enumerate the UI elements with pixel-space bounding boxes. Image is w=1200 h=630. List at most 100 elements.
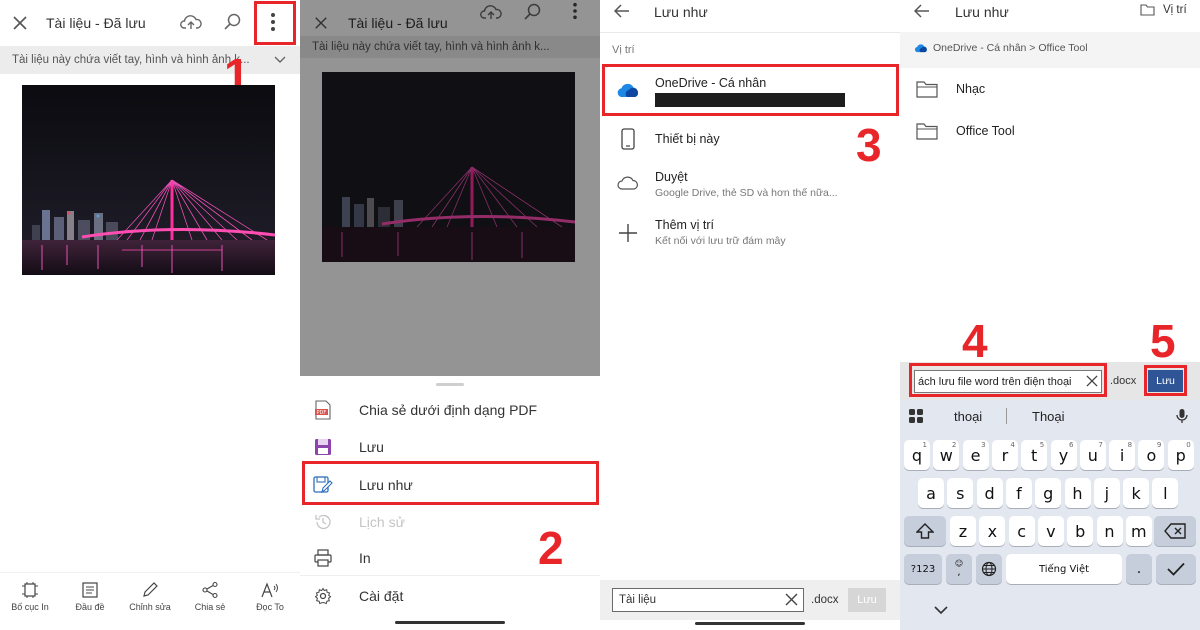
- key-label: y: [1058, 445, 1069, 465]
- back-arrow-icon[interactable]: [614, 4, 630, 18]
- location-this-device[interactable]: Thiết bị này: [600, 128, 900, 150]
- key-w[interactable]: w2: [933, 440, 960, 470]
- sheet-grab-handle[interactable]: [436, 383, 464, 386]
- apps-grid-icon[interactable]: [908, 408, 924, 424]
- search-icon[interactable]: [222, 12, 242, 32]
- location-add-place[interactable]: Thêm vị trí Kết nối với lưu trữ đám mây: [600, 218, 900, 247]
- tool-edit[interactable]: Chỉnh sửa: [120, 573, 180, 630]
- folder-item[interactable]: Office Tool: [900, 122, 1200, 140]
- back-arrow-icon[interactable]: [914, 4, 930, 18]
- tool-print-layout[interactable]: Bố cục In: [0, 573, 60, 630]
- key-l[interactable]: l: [1152, 478, 1179, 508]
- filename-input[interactable]: Tài liệu: [612, 588, 804, 612]
- menu-settings[interactable]: Cài đặt: [300, 577, 600, 614]
- symbols-key[interactable]: ?123: [904, 554, 942, 584]
- key-a[interactable]: a: [918, 478, 944, 508]
- location-browse[interactable]: Duyệt Google Drive, thẻ SD và hơn thế nữ…: [600, 170, 900, 199]
- key-label: n: [1104, 521, 1115, 541]
- key-k[interactable]: k: [1123, 478, 1150, 508]
- key-u[interactable]: u7: [1079, 440, 1106, 470]
- backspace-key[interactable]: [1154, 516, 1196, 546]
- suggestion-bar: thoại Thoại: [900, 400, 1200, 432]
- tool-share[interactable]: Chia sẻ: [180, 573, 240, 630]
- shift-key[interactable]: [904, 516, 946, 546]
- key-v[interactable]: v: [1037, 516, 1064, 546]
- clear-icon[interactable]: [785, 593, 798, 606]
- key-j[interactable]: j: [1093, 478, 1120, 508]
- period-key[interactable]: .: [1126, 554, 1152, 584]
- history-icon: [312, 511, 334, 533]
- key-x[interactable]: x: [979, 516, 1006, 546]
- dim-overlay[interactable]: [300, 0, 600, 376]
- key-number-hint: 9: [1156, 441, 1162, 449]
- night-bridge-photo: [22, 85, 275, 275]
- highlight-filename: [909, 363, 1107, 397]
- notice-text: Tài liệu này chứa viết tay, hình và hình…: [12, 54, 250, 66]
- highlight-save-as: [302, 461, 599, 505]
- tool-label: Đầu đề: [75, 602, 105, 612]
- enter-key[interactable]: [1156, 554, 1196, 584]
- space-key[interactable]: Tiếng Việt: [1006, 554, 1122, 584]
- language-key[interactable]: [976, 554, 1002, 584]
- key-number-hint: 8: [1127, 441, 1133, 449]
- panel-document-view: Tài liệu - Đã lưu Tài liệu này chứa viết…: [0, 0, 300, 630]
- highlight-save-button: [1144, 365, 1187, 396]
- save-bar: Tài liệu .docx Lưu: [600, 580, 900, 620]
- key-o[interactable]: o9: [1138, 440, 1165, 470]
- location-sub: Kết nối với lưu trữ đám mây: [655, 235, 786, 247]
- keyboard-hide-chevron-icon[interactable]: [934, 606, 948, 615]
- key-i[interactable]: i8: [1109, 440, 1136, 470]
- key-label: h: [1072, 483, 1083, 503]
- key-z[interactable]: z: [950, 516, 976, 546]
- microphone-icon[interactable]: [1176, 408, 1188, 424]
- key-t[interactable]: t5: [1021, 440, 1048, 470]
- emoji-comma-key[interactable]: ☺ ,: [946, 554, 972, 584]
- breadcrumb-text[interactable]: OneDrive - Cá nhân > Office Tool: [933, 42, 1088, 54]
- key-n[interactable]: n: [1096, 516, 1123, 546]
- tool-read-aloud[interactable]: Đọc To: [240, 573, 300, 630]
- key-y[interactable]: y6: [1050, 440, 1077, 470]
- key-label: e: [970, 445, 981, 465]
- key-p[interactable]: p0: [1167, 440, 1194, 470]
- folder-icon: [916, 80, 942, 98]
- section-label-location: Vị trí: [612, 44, 635, 56]
- key-s[interactable]: s: [947, 478, 974, 508]
- suggestion-2[interactable]: Thoại: [1032, 409, 1065, 424]
- comma-label: ,: [957, 567, 961, 578]
- menu-label: In: [359, 549, 371, 566]
- key-g[interactable]: g: [1035, 478, 1062, 508]
- menu-label: Lưu: [359, 438, 384, 455]
- menu-label: Lịch sử: [359, 513, 405, 530]
- key-r[interactable]: r4: [991, 440, 1018, 470]
- folder-item[interactable]: Nhạc: [900, 80, 1200, 98]
- key-number-hint: 7: [1098, 441, 1103, 449]
- document-title: Tài liệu - Đã lưu: [46, 15, 146, 31]
- location-picker-button[interactable]: Vị trí: [1140, 4, 1187, 16]
- key-label: v: [1046, 521, 1056, 541]
- key-number-hint: 2: [951, 441, 957, 449]
- keyboard-row-4: ?123 ☺ , Tiếng Việt .: [900, 554, 1200, 584]
- keyboard-area: ách lưu file word trên điện thoại .docx …: [900, 362, 1200, 630]
- menu-share-pdf[interactable]: PDF Chia sẻ dưới định dạng PDF: [300, 391, 600, 428]
- step-number-4: 4: [962, 315, 988, 367]
- key-label: u: [1087, 445, 1098, 465]
- key-f[interactable]: f: [1005, 478, 1032, 508]
- tool-headings[interactable]: Đầu đề: [60, 573, 120, 630]
- chevron-down-icon[interactable]: [274, 56, 286, 64]
- key-b[interactable]: b: [1067, 516, 1094, 546]
- key-q[interactable]: q1: [904, 440, 930, 470]
- close-icon[interactable]: [12, 15, 28, 31]
- globe-icon: [981, 561, 997, 577]
- key-e[interactable]: e3: [962, 440, 989, 470]
- suggestion-1[interactable]: thoại: [954, 409, 982, 424]
- tool-label: Chỉnh sửa: [129, 602, 171, 612]
- key-h[interactable]: h: [1064, 478, 1091, 508]
- backspace-icon: [1164, 523, 1186, 539]
- key-d[interactable]: d: [976, 478, 1003, 508]
- pencil-icon: [141, 581, 159, 602]
- key-c[interactable]: c: [1008, 516, 1035, 546]
- key-m[interactable]: m: [1125, 516, 1152, 546]
- save-button[interactable]: Lưu: [848, 588, 886, 612]
- cloud-upload-icon[interactable]: [180, 13, 202, 31]
- menu-save[interactable]: Lưu: [300, 428, 600, 465]
